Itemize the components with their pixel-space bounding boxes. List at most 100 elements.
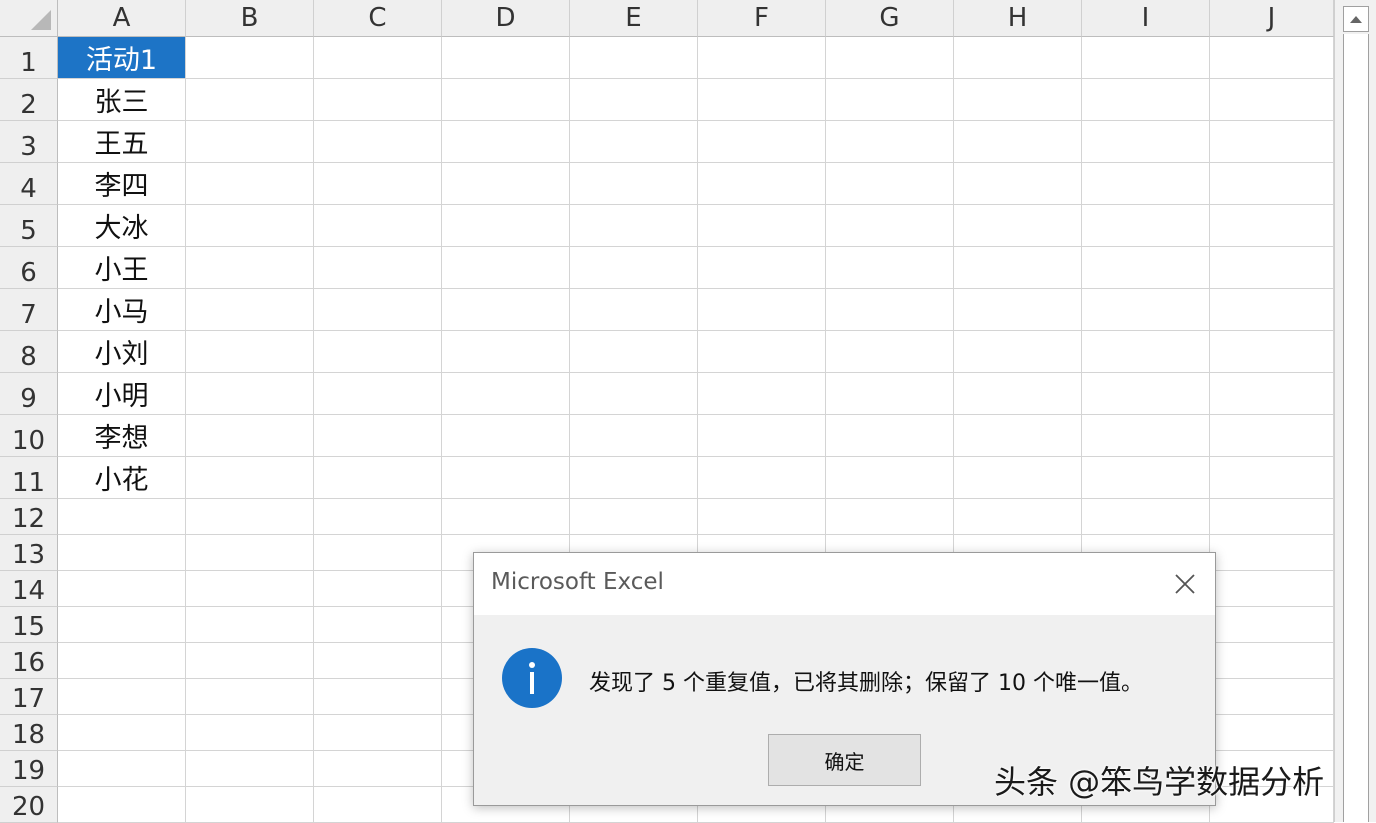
cell-b14[interactable] bbox=[186, 571, 314, 607]
column-header-d[interactable]: D bbox=[442, 0, 570, 37]
cell-g11[interactable] bbox=[826, 457, 954, 499]
cell-e3[interactable] bbox=[570, 121, 698, 163]
cell-i5[interactable] bbox=[1082, 205, 1210, 247]
cell-e12[interactable] bbox=[570, 499, 698, 535]
row-header-1[interactable]: 1 bbox=[0, 37, 58, 79]
cell-b10[interactable] bbox=[186, 415, 314, 457]
cell-j10[interactable] bbox=[1210, 415, 1334, 457]
cell-j11[interactable] bbox=[1210, 457, 1334, 499]
cell-a17[interactable] bbox=[58, 679, 186, 715]
cell-c2[interactable] bbox=[314, 79, 442, 121]
cell-e7[interactable] bbox=[570, 289, 698, 331]
column-header-e[interactable]: E bbox=[570, 0, 698, 37]
cell-a20[interactable] bbox=[58, 787, 186, 823]
cell-i4[interactable] bbox=[1082, 163, 1210, 205]
cell-h10[interactable] bbox=[954, 415, 1082, 457]
cell-i12[interactable] bbox=[1082, 499, 1210, 535]
cell-j8[interactable] bbox=[1210, 331, 1334, 373]
column-header-h[interactable]: H bbox=[954, 0, 1082, 37]
row-header-8[interactable]: 8 bbox=[0, 331, 58, 373]
cell-a14[interactable] bbox=[58, 571, 186, 607]
cell-f5[interactable] bbox=[698, 205, 826, 247]
row-header-16[interactable]: 16 bbox=[0, 643, 58, 679]
cell-a13[interactable] bbox=[58, 535, 186, 571]
cell-d3[interactable] bbox=[442, 121, 570, 163]
cell-b8[interactable] bbox=[186, 331, 314, 373]
cell-e9[interactable] bbox=[570, 373, 698, 415]
cell-a19[interactable] bbox=[58, 751, 186, 787]
cell-e11[interactable] bbox=[570, 457, 698, 499]
column-header-i[interactable]: I bbox=[1082, 0, 1210, 37]
cell-g7[interactable] bbox=[826, 289, 954, 331]
cell-b17[interactable] bbox=[186, 679, 314, 715]
cell-f4[interactable] bbox=[698, 163, 826, 205]
cell-j3[interactable] bbox=[1210, 121, 1334, 163]
cell-c16[interactable] bbox=[314, 643, 442, 679]
cell-g5[interactable] bbox=[826, 205, 954, 247]
cell-f9[interactable] bbox=[698, 373, 826, 415]
cell-b9[interactable] bbox=[186, 373, 314, 415]
cell-i8[interactable] bbox=[1082, 331, 1210, 373]
cell-h4[interactable] bbox=[954, 163, 1082, 205]
cell-b13[interactable] bbox=[186, 535, 314, 571]
row-header-19[interactable]: 19 bbox=[0, 751, 58, 787]
column-header-j[interactable]: J bbox=[1210, 0, 1334, 37]
cell-a15[interactable] bbox=[58, 607, 186, 643]
cell-i7[interactable] bbox=[1082, 289, 1210, 331]
cell-c14[interactable] bbox=[314, 571, 442, 607]
cell-h7[interactable] bbox=[954, 289, 1082, 331]
cell-b7[interactable] bbox=[186, 289, 314, 331]
row-header-12[interactable]: 12 bbox=[0, 499, 58, 535]
cell-c17[interactable] bbox=[314, 679, 442, 715]
row-header-13[interactable]: 13 bbox=[0, 535, 58, 571]
cell-a18[interactable] bbox=[58, 715, 186, 751]
cell-a5[interactable]: 大冰 bbox=[58, 205, 186, 247]
cell-i6[interactable] bbox=[1082, 247, 1210, 289]
cell-f6[interactable] bbox=[698, 247, 826, 289]
cell-g10[interactable] bbox=[826, 415, 954, 457]
cell-b2[interactable] bbox=[186, 79, 314, 121]
cell-a12[interactable] bbox=[58, 499, 186, 535]
cell-a11[interactable]: 小花 bbox=[58, 457, 186, 499]
cell-d8[interactable] bbox=[442, 331, 570, 373]
close-button[interactable] bbox=[1170, 569, 1200, 599]
cell-c4[interactable] bbox=[314, 163, 442, 205]
column-header-a[interactable]: A bbox=[58, 0, 186, 37]
cell-i1[interactable] bbox=[1082, 37, 1210, 79]
cell-a3[interactable]: 王五 bbox=[58, 121, 186, 163]
row-header-6[interactable]: 6 bbox=[0, 247, 58, 289]
cell-j7[interactable] bbox=[1210, 289, 1334, 331]
cell-e8[interactable] bbox=[570, 331, 698, 373]
cell-e1[interactable] bbox=[570, 37, 698, 79]
cell-j1[interactable] bbox=[1210, 37, 1334, 79]
cell-b16[interactable] bbox=[186, 643, 314, 679]
cell-g6[interactable] bbox=[826, 247, 954, 289]
cell-b11[interactable] bbox=[186, 457, 314, 499]
cell-g2[interactable] bbox=[826, 79, 954, 121]
cell-d6[interactable] bbox=[442, 247, 570, 289]
cell-b6[interactable] bbox=[186, 247, 314, 289]
cell-j13[interactable] bbox=[1210, 535, 1334, 571]
cell-c13[interactable] bbox=[314, 535, 442, 571]
cell-i3[interactable] bbox=[1082, 121, 1210, 163]
row-header-11[interactable]: 11 bbox=[0, 457, 58, 499]
cell-c20[interactable] bbox=[314, 787, 442, 823]
row-header-10[interactable]: 10 bbox=[0, 415, 58, 457]
cell-c12[interactable] bbox=[314, 499, 442, 535]
cell-b12[interactable] bbox=[186, 499, 314, 535]
cell-j16[interactable] bbox=[1210, 643, 1334, 679]
scroll-track[interactable] bbox=[1343, 34, 1369, 822]
cell-c10[interactable] bbox=[314, 415, 442, 457]
cell-a16[interactable] bbox=[58, 643, 186, 679]
cell-i9[interactable] bbox=[1082, 373, 1210, 415]
select-all-corner[interactable] bbox=[0, 0, 58, 37]
cell-e4[interactable] bbox=[570, 163, 698, 205]
cell-j18[interactable] bbox=[1210, 715, 1334, 751]
cell-f2[interactable] bbox=[698, 79, 826, 121]
cell-a10[interactable]: 李想 bbox=[58, 415, 186, 457]
cell-j15[interactable] bbox=[1210, 607, 1334, 643]
cell-f10[interactable] bbox=[698, 415, 826, 457]
row-header-4[interactable]: 4 bbox=[0, 163, 58, 205]
cell-c11[interactable] bbox=[314, 457, 442, 499]
cell-h12[interactable] bbox=[954, 499, 1082, 535]
